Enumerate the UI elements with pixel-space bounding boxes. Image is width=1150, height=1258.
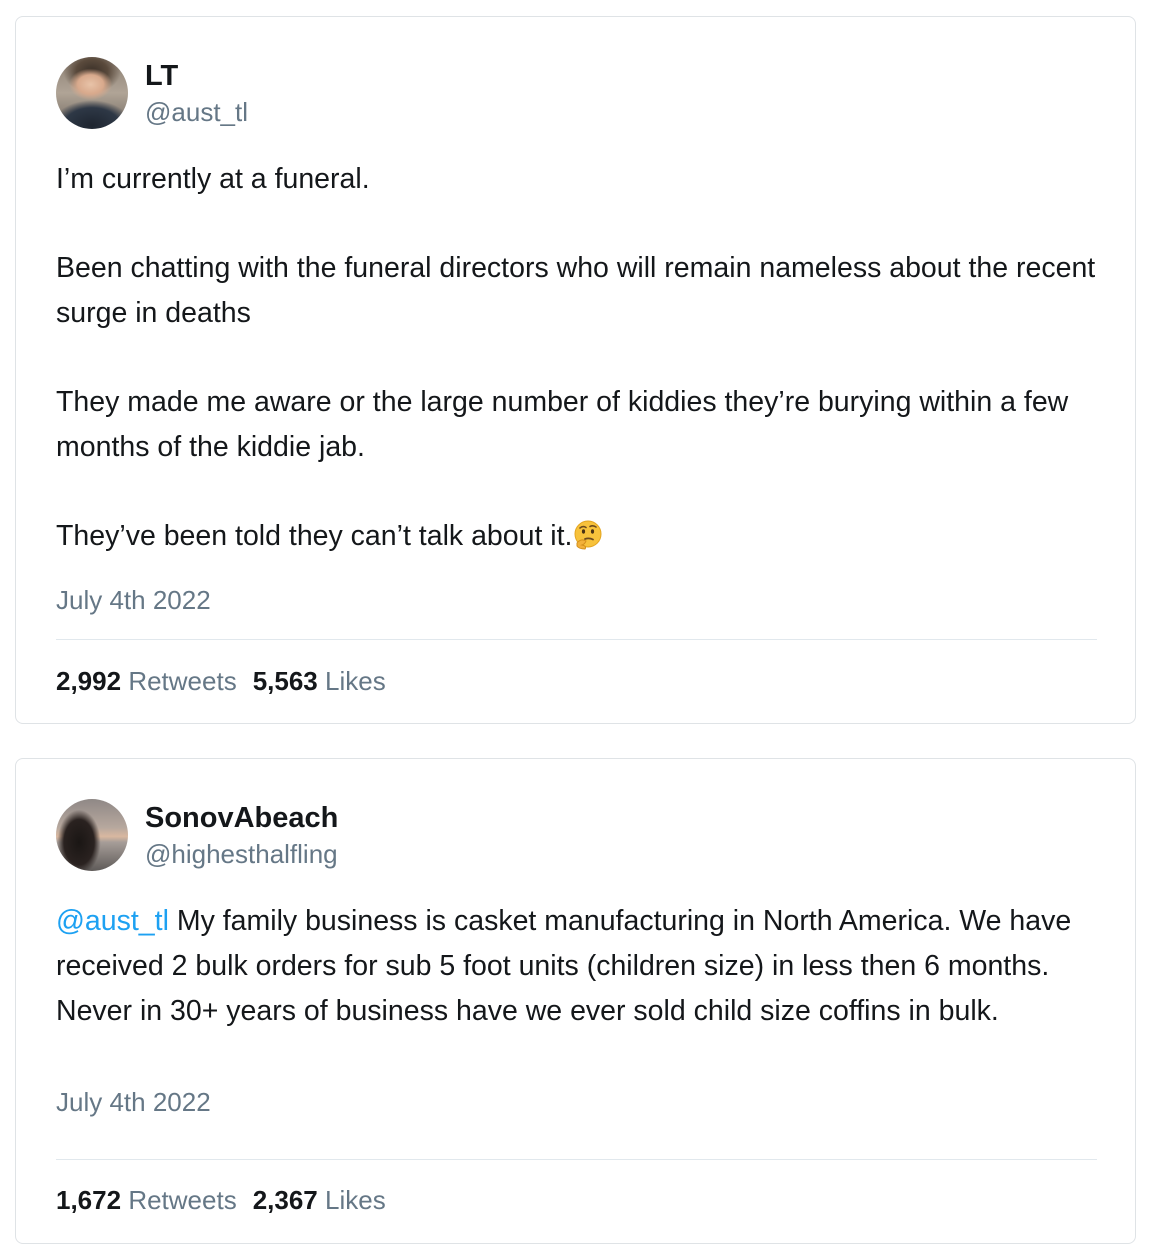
- likes-count[interactable]: 5,563: [253, 666, 318, 696]
- tweet-card: LT @aust_tl I’m currently at a funeral. …: [15, 16, 1136, 724]
- tweet-text: I’m currently at a funeral. Been chattin…: [56, 157, 1106, 559]
- retweets-count[interactable]: 1,672: [56, 1185, 121, 1215]
- tweet-paragraph-last: They’ve been told they can’t talk about …: [56, 514, 1106, 559]
- user-handle[interactable]: @highesthalfling: [145, 838, 338, 870]
- tweet-date[interactable]: July 4th 2022: [56, 584, 211, 616]
- retweets-label[interactable]: Retweets: [128, 1185, 236, 1215]
- tweet-paragraph: They’ve been told they can’t talk about …: [56, 520, 573, 552]
- tweet-stats: 2,992 Retweets 5,563 Likes: [56, 665, 386, 697]
- avatar[interactable]: [56, 57, 128, 129]
- tweet-paragraph: Been chatting with the funeral directors…: [56, 252, 1096, 329]
- tweet-paragraph: They made me aware or the large number o…: [56, 386, 1069, 463]
- divider: [56, 639, 1097, 640]
- display-name[interactable]: SonovAbeach: [145, 801, 338, 835]
- tweet-stats: 1,672 Retweets 2,367 Likes: [56, 1184, 386, 1216]
- tweet-paragraph: @aust_tl My family business is casket ma…: [56, 899, 1106, 1034]
- mention-link[interactable]: @aust_tl: [56, 905, 169, 937]
- tweet-text: @aust_tl My family business is casket ma…: [56, 899, 1106, 1034]
- likes-label[interactable]: Likes: [325, 1185, 386, 1215]
- tweet-paragraph: I’m currently at a funeral.: [56, 163, 370, 195]
- retweets-count[interactable]: 2,992: [56, 666, 121, 696]
- divider: [56, 1159, 1097, 1160]
- tweet-card: SonovAbeach @highesthalfling @aust_tl My…: [15, 758, 1136, 1244]
- likes-count[interactable]: 2,367: [253, 1185, 318, 1215]
- avatar[interactable]: [56, 799, 128, 871]
- retweets-label[interactable]: Retweets: [128, 666, 236, 696]
- display-name[interactable]: LT: [145, 59, 178, 93]
- thinking-face-icon: [574, 520, 602, 550]
- user-handle[interactable]: @aust_tl: [145, 96, 248, 128]
- tweet-date[interactable]: July 4th 2022: [56, 1086, 211, 1118]
- likes-label[interactable]: Likes: [325, 666, 386, 696]
- tweet-body-text: My family business is casket manufacturi…: [56, 905, 1072, 1027]
